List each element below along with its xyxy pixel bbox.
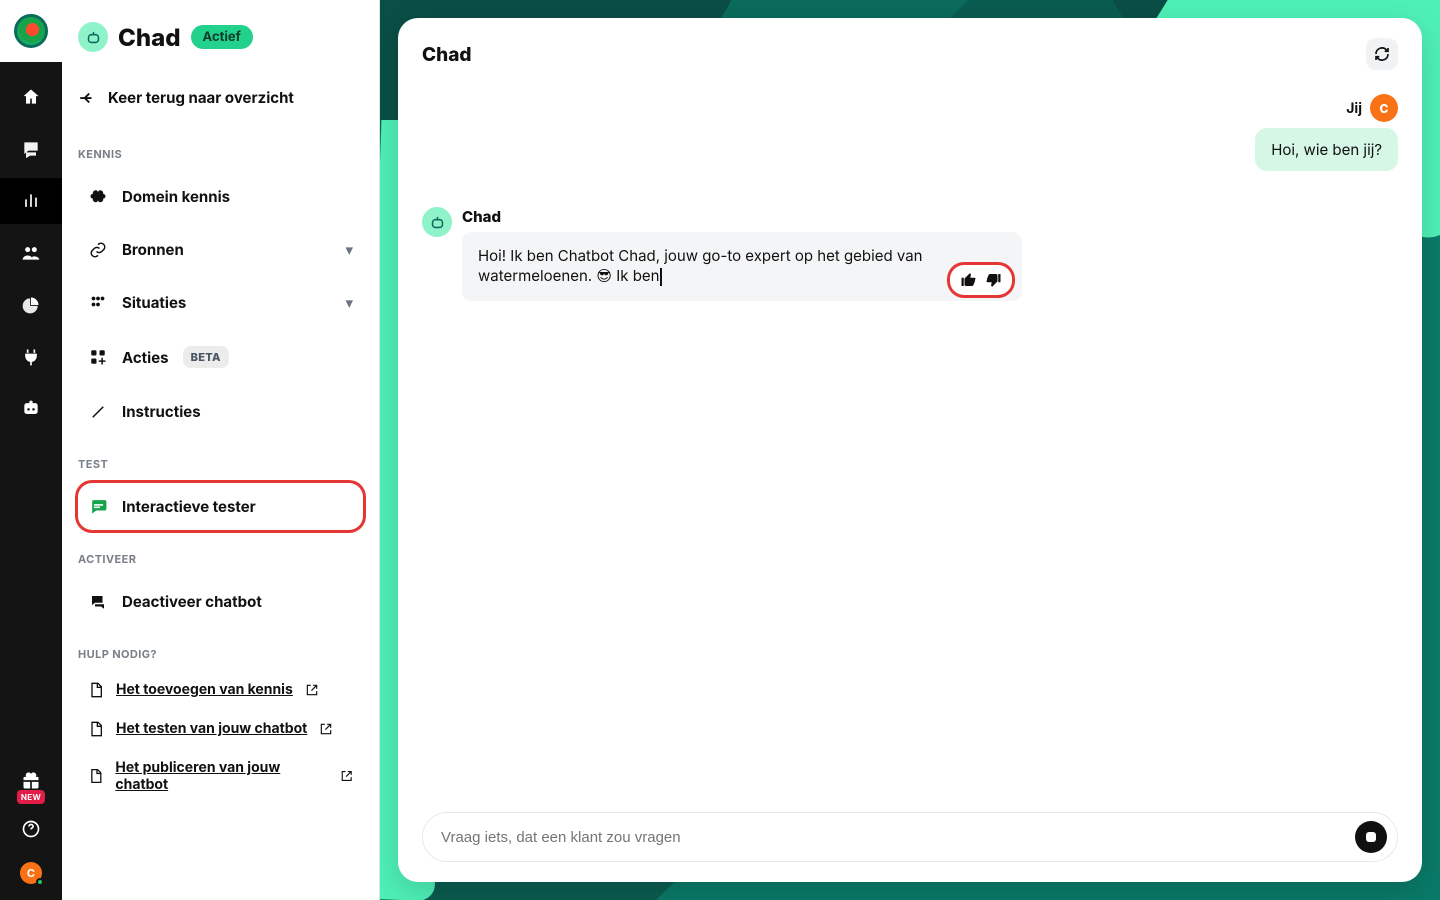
feedback-bar bbox=[950, 265, 1012, 295]
rail-piechart-icon[interactable] bbox=[0, 290, 62, 320]
doc-icon bbox=[88, 768, 103, 784]
chevron-down-icon: ▾ bbox=[345, 240, 353, 259]
chevron-down-icon: ▾ bbox=[345, 293, 353, 312]
composer bbox=[422, 812, 1398, 862]
icon-rail: NEW C bbox=[0, 0, 62, 900]
help-link-publish-bot[interactable]: Het publiceren van jouw chatbot bbox=[78, 751, 363, 801]
status-pill: Actief bbox=[191, 25, 253, 49]
you-label: Jij bbox=[1346, 100, 1362, 117]
wand-icon bbox=[88, 403, 108, 421]
app-logo[interactable] bbox=[0, 0, 62, 62]
help-link-test-bot[interactable]: Het testen van jouw chatbot bbox=[78, 712, 363, 745]
thumbs-down-icon[interactable] bbox=[984, 271, 1002, 289]
bot-text: Hoi! Ik ben Chatbot Chad, jouw go-to exp… bbox=[478, 246, 923, 285]
back-link[interactable]: Keer terug naar overzicht bbox=[78, 88, 363, 107]
rail-users-icon[interactable] bbox=[0, 238, 62, 268]
rail-chat-icon[interactable] bbox=[0, 134, 62, 164]
section-help: HULP NODIG? bbox=[78, 647, 363, 661]
bot-bubble: Hoi! Ik ben Chatbot Chad, jouw go-to exp… bbox=[462, 232, 1022, 301]
sidebar-item-instructions[interactable]: Instructies bbox=[78, 388, 363, 435]
bot-avatar bbox=[78, 22, 108, 52]
sidebar: Chad Actief Keer terug naar overzicht KE… bbox=[62, 0, 380, 900]
gift-new-badge: NEW bbox=[17, 790, 45, 804]
rail-gift-icon[interactable]: NEW bbox=[0, 766, 62, 796]
composer-input[interactable] bbox=[439, 828, 1345, 847]
section-activate: ACTIVEER bbox=[78, 552, 363, 566]
rail-help-icon[interactable] bbox=[0, 814, 62, 844]
stop-button[interactable] bbox=[1355, 821, 1387, 853]
main: Chad Jij C Hoi, wie ben jij? Chad bbox=[380, 0, 1440, 900]
user-message-row: Jij C Hoi, wie ben jij? bbox=[422, 94, 1398, 171]
sidebar-item-actions[interactable]: Acties BETA bbox=[78, 332, 363, 382]
doc-icon bbox=[88, 721, 104, 737]
bot-message-row: Chad Hoi! Ik ben Chatbot Chad, jouw go-t… bbox=[422, 207, 1102, 301]
rail-plug-icon[interactable] bbox=[0, 342, 62, 372]
chat-bubble-icon bbox=[88, 497, 108, 516]
bot-avatar bbox=[422, 207, 452, 237]
thumbs-up-icon[interactable] bbox=[960, 271, 978, 289]
sidebar-item-sources[interactable]: Bronnen ▾ bbox=[78, 226, 363, 273]
external-icon bbox=[319, 722, 333, 736]
stop-icon bbox=[1366, 832, 1376, 842]
refresh-icon bbox=[1374, 46, 1390, 62]
chat-icon bbox=[88, 593, 108, 611]
rail-home-icon[interactable] bbox=[0, 82, 62, 112]
rail-user-avatar[interactable]: C bbox=[20, 862, 42, 884]
doc-icon bbox=[88, 682, 104, 698]
beta-badge: BETA bbox=[183, 346, 229, 368]
sidebar-item-situations[interactable]: Situaties ▾ bbox=[78, 279, 363, 326]
sidebar-header: Chad Actief bbox=[78, 22, 363, 52]
user-avatar: C bbox=[1370, 94, 1398, 122]
refresh-button[interactable] bbox=[1366, 38, 1398, 70]
sidebar-item-tester[interactable]: Interactieve tester bbox=[78, 483, 363, 530]
brain-icon bbox=[88, 188, 108, 206]
section-test: TEST bbox=[78, 457, 363, 471]
help-link-add-knowledge[interactable]: Het toevoegen van kennis bbox=[78, 673, 363, 706]
typing-cursor-icon bbox=[660, 268, 662, 286]
grid-icon bbox=[88, 294, 108, 312]
rail-analytics-icon[interactable] bbox=[0, 186, 62, 216]
sidebar-item-domain[interactable]: Domein kennis bbox=[78, 173, 363, 220]
presence-dot-icon bbox=[36, 878, 44, 886]
chat-panel: Chad Jij C Hoi, wie ben jij? Chad bbox=[398, 18, 1422, 882]
link-icon bbox=[88, 241, 108, 259]
bot-name: Chad bbox=[118, 23, 181, 52]
chat-scroll[interactable]: Jij C Hoi, wie ben jij? Chad Hoi! Ik ben… bbox=[422, 90, 1398, 802]
sidebar-item-deactivate[interactable]: Deactiveer chatbot bbox=[78, 578, 363, 625]
bot-name-label: Chad bbox=[462, 207, 1102, 226]
apps-icon bbox=[88, 348, 108, 366]
external-icon bbox=[340, 769, 353, 783]
external-icon bbox=[305, 683, 319, 697]
user-bubble: Hoi, wie ben jij? bbox=[1255, 128, 1398, 171]
chat-title: Chad bbox=[422, 43, 472, 66]
section-knowledge: KENNIS bbox=[78, 147, 363, 161]
rail-bot-icon[interactable] bbox=[0, 394, 62, 424]
